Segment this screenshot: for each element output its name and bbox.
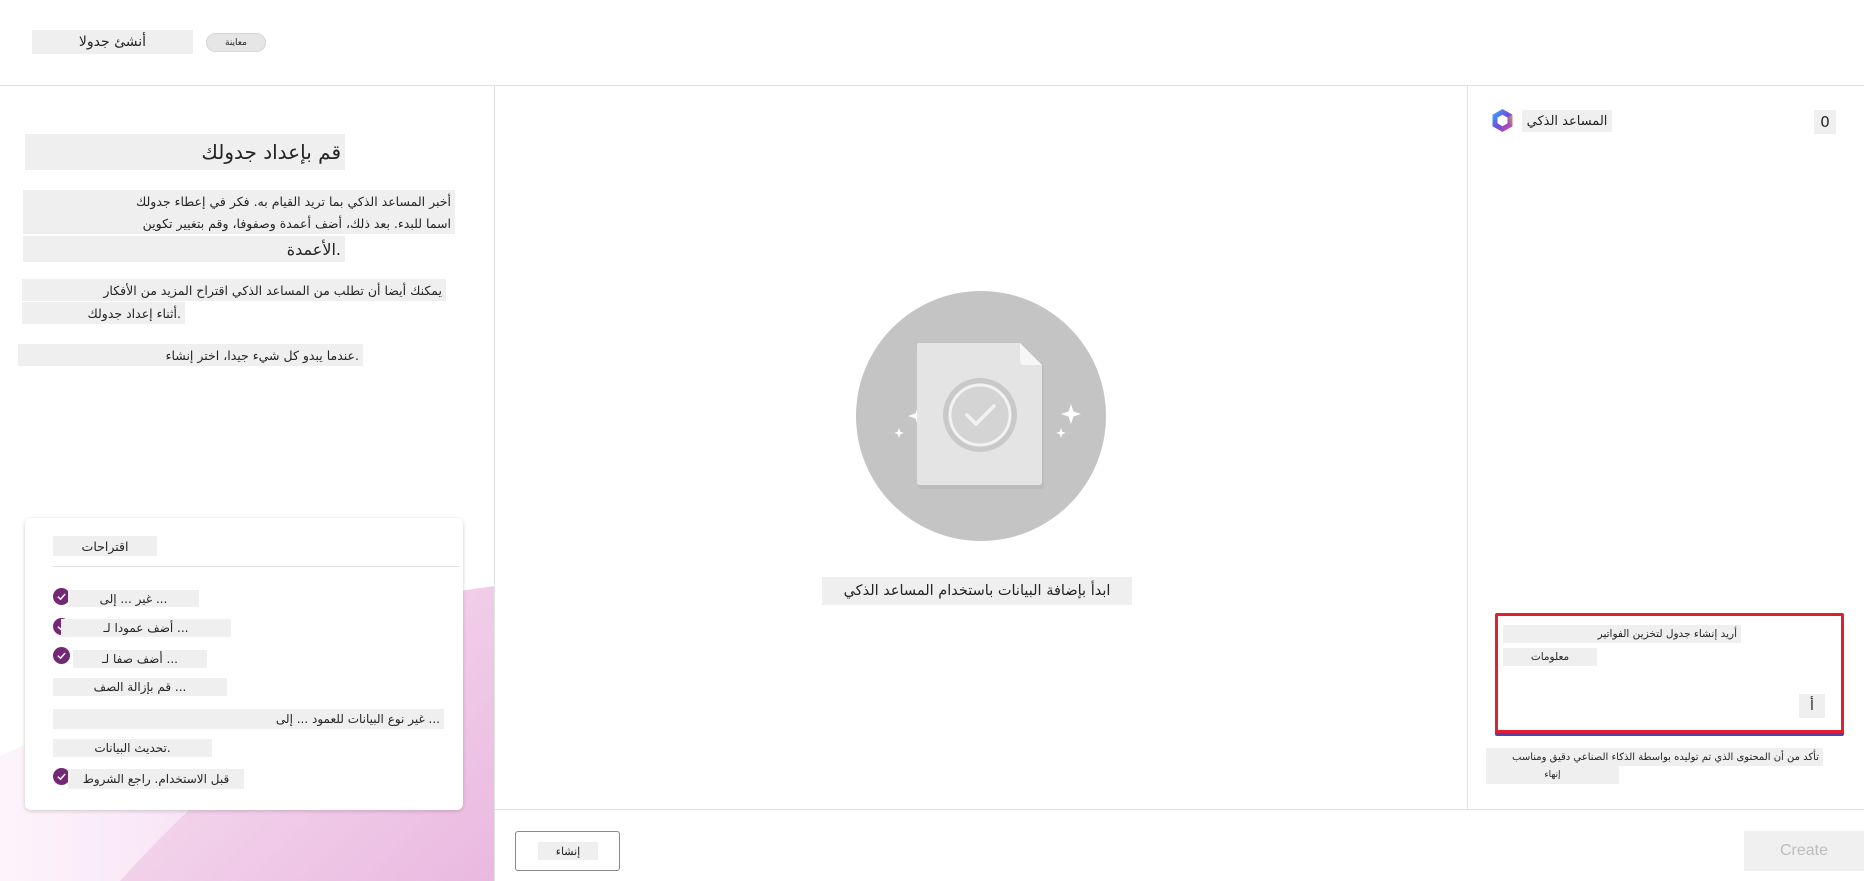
instructions-line: الأعمدة. bbox=[23, 236, 345, 262]
suggestion-item[interactable]: قبل الاستخدام. راجع الشروط bbox=[68, 769, 244, 789]
copilot-title: المساعد الذكي bbox=[1522, 110, 1612, 132]
chat-input-text: معلومات bbox=[1503, 648, 1597, 666]
suggestions-card: اقتراحات غير ... إلى ... أضف عمودا لـ ..… bbox=[25, 518, 463, 810]
create-button[interactable]: Create bbox=[1744, 831, 1864, 871]
ai-disclaimer: إنهاء bbox=[1486, 766, 1619, 784]
suggestion-item[interactable]: غير نوع البيانات للعمود ... إلى ... bbox=[53, 709, 444, 729]
create-button-ar[interactable]: إنشاء bbox=[515, 831, 620, 871]
ai-disclaimer: تأكد من أن المحتوى الذي تم توليده بواسطة… bbox=[1486, 748, 1823, 766]
suggestion-item[interactable]: أضف صفا لـ ... bbox=[73, 650, 207, 668]
suggestion-item[interactable]: قم بإزالة الصف ... bbox=[53, 678, 227, 696]
bottom-bar: إنشاء Create bbox=[495, 809, 1864, 881]
chat-input-text: أريد إنشاء جدول لتخزين الفواتير bbox=[1503, 625, 1741, 643]
suggestion-item[interactable]: غير ... إلى ... bbox=[68, 590, 199, 607]
suggestion-item[interactable]: تحديث البيانات. bbox=[53, 739, 212, 757]
preview-badge: معاينة bbox=[206, 33, 266, 52]
empty-table-illustration bbox=[856, 291, 1106, 541]
instructions-line: أخبر المساعد الذكي بما تريد القيام به. ف… bbox=[23, 190, 455, 212]
chat-input[interactable]: أريد إنشاء جدول لتخزين الفواتير معلومات … bbox=[1495, 613, 1844, 733]
instructions-line: اسما للبدء. بعد ذلك، أضف أعمدة وصفوفا، و… bbox=[23, 212, 455, 234]
instructions-line: عندما يبدو كل شيء جيدا، اختر إنشاء. bbox=[18, 344, 363, 366]
copilot-panel: المساعد الذكي 0 أريد إنشاء جدول لتخزين ا… bbox=[1467, 86, 1864, 809]
left-panel: قم بإعداد جدولك أخبر المساعد الذكي بما ت… bbox=[0, 86, 495, 881]
suggestions-title: اقتراحات bbox=[53, 536, 157, 556]
page-title: أنشئ جدولا bbox=[32, 30, 193, 54]
create-button-label: إنشاء bbox=[538, 842, 598, 860]
send-button[interactable]: أ bbox=[1799, 694, 1825, 718]
counter: 0 bbox=[1814, 110, 1836, 134]
divider bbox=[53, 566, 459, 567]
suggestion-item[interactable]: أضف عمودا لـ ... bbox=[61, 619, 231, 637]
empty-state-text: ابدأ بإضافة البيانات باستخدام المساعد ال… bbox=[822, 577, 1132, 605]
check-icon bbox=[53, 647, 70, 664]
header: أنشئ جدولا معاينة bbox=[0, 0, 1864, 86]
instructions-line: يمكنك أيضا أن تطلب من المساعد الذكي اقتر… bbox=[22, 279, 446, 301]
instructions-line: أثناء إعداد جدولك. bbox=[22, 302, 185, 324]
center-panel: ابدأ بإضافة البيانات باستخدام المساعد ال… bbox=[495, 86, 1467, 809]
copilot-logo-icon bbox=[1492, 108, 1513, 133]
setup-heading: قم بإعداد جدولك bbox=[25, 134, 345, 170]
